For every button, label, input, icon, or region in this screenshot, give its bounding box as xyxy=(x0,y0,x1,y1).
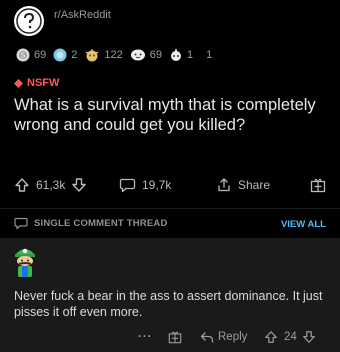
upvote-count: 61,3k xyxy=(36,178,66,192)
wholesome-award-icon xyxy=(130,49,145,61)
downvote-icon[interactable] xyxy=(302,330,316,344)
award-count: 1 xyxy=(206,49,213,61)
comment-icon xyxy=(14,217,28,230)
award-count: 122 xyxy=(104,49,123,61)
comment-icon xyxy=(119,178,136,193)
comment-vote-group: 24 xyxy=(264,328,316,346)
award-more: 1 xyxy=(206,49,212,61)
award-button[interactable] xyxy=(310,177,326,193)
award-count: 69 xyxy=(149,49,162,61)
subreddit-icon[interactable] xyxy=(14,6,44,36)
share-label: Share xyxy=(238,178,271,192)
post-card: r/AskReddit S 69 2 122 69 1 1 NSFW What … xyxy=(0,0,340,208)
gift-icon xyxy=(168,331,182,344)
view-all-link[interactable]: VIEW ALL xyxy=(281,219,326,230)
comment-body: Never fuck a bear in the ass to assert d… xyxy=(14,289,323,319)
award-count: 69 xyxy=(34,49,47,61)
comment-count: 19,7k xyxy=(142,178,172,192)
thread-label: SINGLE COMMENT THREAD xyxy=(34,218,168,229)
rocket-award-icon xyxy=(170,49,181,61)
share-button[interactable]: Share xyxy=(216,177,270,193)
upvote-icon[interactable] xyxy=(264,330,278,344)
award-count: 1 xyxy=(186,49,194,61)
post-actions: 61,3k 19,7k Share xyxy=(14,174,332,196)
post-title[interactable]: What is a survival myth that is complete… xyxy=(14,95,332,135)
reply-icon xyxy=(200,331,214,343)
nsfw-tag: NSFW xyxy=(14,77,59,89)
award-rocket: 1 xyxy=(169,48,193,62)
award-helpful: 2 xyxy=(53,48,77,62)
award-starstruck: 122 xyxy=(84,48,123,62)
subreddit-name[interactable]: r/AskReddit xyxy=(54,9,111,21)
award-wholesome: 69 xyxy=(130,48,162,62)
svg-text:S: S xyxy=(21,52,26,60)
more-options-icon: ··· xyxy=(138,331,153,343)
award-count: 2 xyxy=(71,49,78,61)
avatar[interactable] xyxy=(10,245,40,279)
comment-actions: ··· Reply 24 xyxy=(0,328,340,346)
silver-award-icon: S xyxy=(16,48,30,62)
comment-card: Never fuck a bear in the ass to assert d… xyxy=(0,238,340,352)
single-comment-thread-bar: SINGLE COMMENT THREAD VIEW ALL xyxy=(0,208,340,238)
award-button[interactable] xyxy=(168,328,182,346)
starstruck-award-icon xyxy=(86,49,99,62)
more-options-button[interactable]: ··· xyxy=(138,328,153,346)
award-silver: S 69 xyxy=(16,48,46,62)
thread-label-group: SINGLE COMMENT THREAD xyxy=(14,217,168,230)
downvote-icon[interactable] xyxy=(71,177,87,193)
awards-row[interactable]: S 69 2 122 69 1 1 xyxy=(16,48,219,62)
reply-label: Reply xyxy=(218,331,248,343)
subreddit-row[interactable]: r/AskReddit xyxy=(14,6,111,40)
reply-button[interactable]: Reply xyxy=(200,328,247,346)
comment-score: 24 xyxy=(284,331,297,343)
nsfw-icon xyxy=(14,78,23,88)
upvote-icon[interactable] xyxy=(14,177,30,193)
nsfw-label: NSFW xyxy=(27,77,60,89)
vote-group: 61,3k xyxy=(14,177,87,193)
helpful-award-icon xyxy=(53,48,67,62)
comments-button[interactable]: 19,7k xyxy=(119,177,171,193)
share-icon xyxy=(218,178,230,192)
gift-icon xyxy=(310,178,326,193)
